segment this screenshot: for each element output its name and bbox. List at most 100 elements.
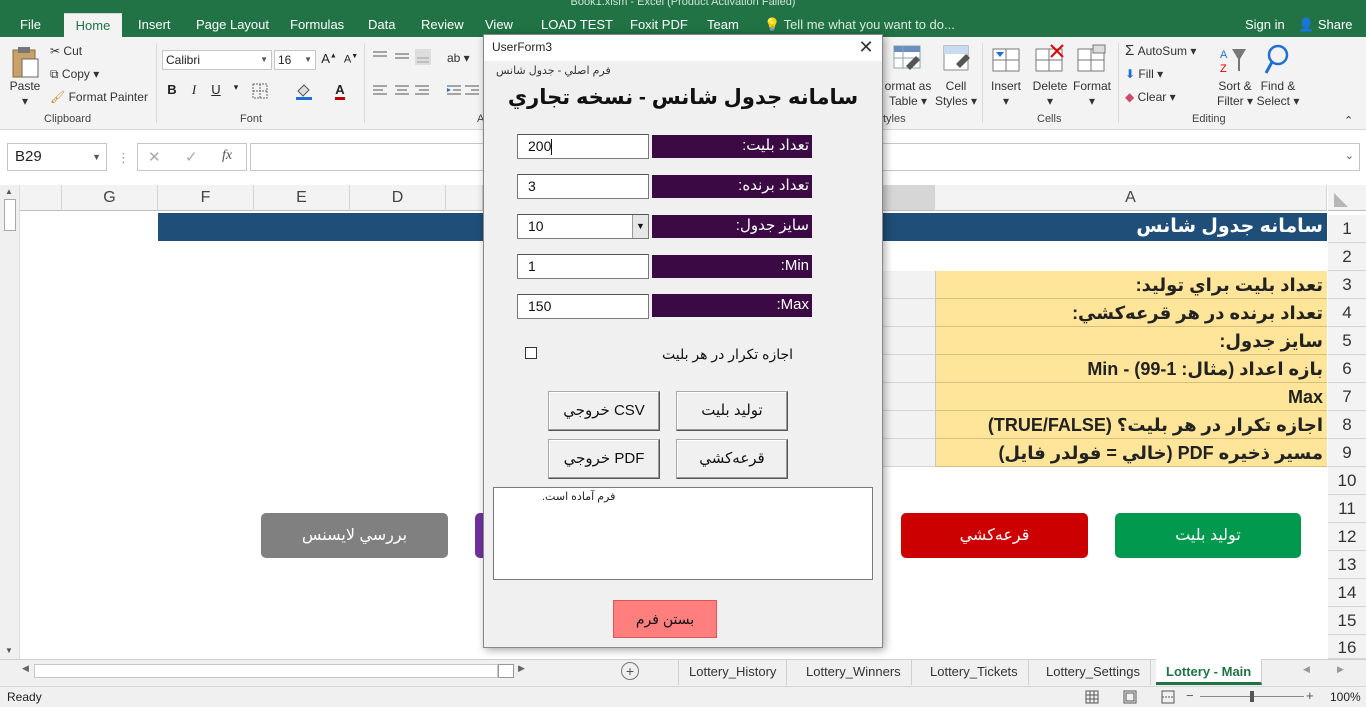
fill-button[interactable]: ⬇ Fill ▾ <box>1125 66 1163 82</box>
tabs-next-icon[interactable]: ▶ <box>1337 664 1344 675</box>
clear-button[interactable]: ◆ Clear ▾ <box>1125 89 1176 105</box>
column-header-partial[interactable] <box>20 185 62 211</box>
max-input[interactable]: 150 <box>517 294 649 319</box>
font-color-button[interactable]: A <box>330 82 350 100</box>
winners-input[interactable]: 3 <box>517 174 649 199</box>
scroll-up-icon[interactable]: ▲ <box>5 187 13 196</box>
allow-repeat-checkbox[interactable] <box>525 347 537 359</box>
sheet-tab-settings[interactable]: Lottery_Settings <box>1036 659 1151 685</box>
row-header[interactable]: 8 <box>1328 411 1366 439</box>
italic-button[interactable]: I <box>184 82 204 98</box>
tab-page-layout[interactable]: Page Layout <box>188 13 277 37</box>
normal-view-icon[interactable] <box>1085 690 1099 704</box>
column-header-d[interactable]: D <box>350 185 446 211</box>
zoom-level[interactable]: 100% <box>1330 690 1361 704</box>
zoom-in-icon[interactable]: + <box>1306 688 1314 703</box>
cut-button[interactable]: ✂ Cut <box>50 43 82 59</box>
vertical-scroll-thumb[interactable] <box>4 199 16 231</box>
sign-in-link[interactable]: Sign in <box>1245 13 1285 37</box>
settings-label-winners[interactable]: تعداد برنده در هر قرعه‌کشي: <box>935 299 1327 327</box>
settings-label-pdf-path[interactable]: مسير ذخيره PDF (خالي = فولدر فايل) <box>935 439 1327 467</box>
column-header-g[interactable]: G <box>62 185 158 211</box>
column-header-c[interactable] <box>446 185 483 211</box>
table-size-select[interactable]: 10 ▼ <box>517 214 649 239</box>
autosum-button[interactable]: Σ AutoSum ▾ <box>1125 43 1196 59</box>
underline-button[interactable]: U <box>206 82 226 97</box>
top-align-icon[interactable] <box>371 49 431 65</box>
settings-label-max[interactable]: Max <box>935 383 1327 411</box>
sheet-license-button[interactable]: بررسي لايسنس <box>261 513 448 558</box>
align-left-icon[interactable] <box>371 83 431 99</box>
row-header[interactable]: 16 <box>1328 635 1366 659</box>
name-box[interactable]: B29 ▼ <box>7 143 107 171</box>
export-csv-button[interactable]: خروجي CSV <box>548 391 660 431</box>
borders-icon[interactable] <box>252 83 268 99</box>
close-icon[interactable]: ✕ <box>856 37 876 57</box>
scroll-down-icon[interactable]: ▼ <box>5 646 13 655</box>
shrink-font-button[interactable]: A▼ <box>341 53 361 66</box>
cancel-icon[interactable]: ✕ <box>148 148 161 166</box>
tab-file[interactable]: File <box>12 13 49 37</box>
tabs-prev-icon[interactable]: ◀ <box>1303 664 1310 675</box>
tickets-input[interactable]: 200 <box>517 134 649 159</box>
format-painter-button[interactable]: 🖌 Format Painter <box>50 89 148 105</box>
sheet-tab-history[interactable]: Lottery_History <box>678 659 788 685</box>
scroll-right-icon[interactable]: ▶ <box>518 663 525 674</box>
row-header[interactable]: 14 <box>1328 579 1366 607</box>
horizontal-scroll-thumb[interactable] <box>498 664 514 678</box>
draw-button[interactable]: قرعه‌کشي <box>676 439 788 479</box>
vertical-scrollbar[interactable] <box>0 185 20 659</box>
sheet-tab-winners[interactable]: Lottery_Winners <box>796 659 912 685</box>
format-as-table-button[interactable]: ormat as Table ▾ <box>884 79 932 109</box>
row-header[interactable]: 6 <box>1328 355 1366 383</box>
settings-label-min[interactable]: بازه اعداد (مثال: 1-99) - Min <box>935 355 1327 383</box>
font-size-select[interactable]: 16 ▼ <box>274 50 316 70</box>
chevron-down-icon[interactable]: ▾ <box>226 82 246 93</box>
row-header[interactable]: 1 <box>1328 215 1366 243</box>
bold-button[interactable]: B <box>162 82 182 97</box>
row-header[interactable]: 9 <box>1328 439 1366 467</box>
row-header[interactable]: 12 <box>1328 523 1366 551</box>
allow-repeat-label[interactable]: اجازه تکرار در هر بليت <box>662 346 793 363</box>
scroll-left-icon[interactable]: ◀ <box>22 663 29 674</box>
settings-label-size[interactable]: سايز جدول: <box>935 327 1327 355</box>
settings-label-repeat[interactable]: اجازه تکرار در هر بليت؟ (TRUE/FALSE) <box>935 411 1327 439</box>
add-sheet-icon[interactable]: + <box>621 662 639 680</box>
row-header[interactable]: 2 <box>1328 243 1366 271</box>
tab-formulas[interactable]: Formulas <box>282 13 352 37</box>
dialog-title-bar[interactable]: UserForm3 ✕ <box>484 35 882 61</box>
sheet-draw-button[interactable]: قرعه‌کشي <box>901 513 1088 558</box>
tab-insert[interactable]: Insert <box>130 13 179 37</box>
insert-cells-button[interactable]: Insert ▾ <box>986 79 1026 109</box>
settings-value-cell[interactable] <box>882 355 935 383</box>
page-break-view-icon[interactable] <box>1161 690 1175 704</box>
row-header[interactable]: 4 <box>1328 299 1366 327</box>
delete-cells-button[interactable]: Delete ▾ <box>1030 79 1070 109</box>
indent-icon[interactable] <box>445 83 481 99</box>
settings-value-cell[interactable] <box>882 271 935 299</box>
page-layout-view-icon[interactable] <box>1123 690 1137 704</box>
row-header[interactable]: 15 <box>1328 607 1366 635</box>
settings-value-cell[interactable] <box>882 327 935 355</box>
collapse-ribbon-icon[interactable]: ⌃ <box>1344 113 1353 129</box>
export-pdf-button[interactable]: خروجي PDF <box>548 439 660 479</box>
generate-tickets-button[interactable]: توليد بليت <box>676 391 788 431</box>
settings-value-cell[interactable] <box>882 299 935 327</box>
settings-label-tickets[interactable]: تعداد بليت براي توليد: <box>935 271 1327 299</box>
row-header[interactable]: 13 <box>1328 551 1366 579</box>
share-button[interactable]: 👤 Share <box>1298 13 1353 37</box>
close-form-button[interactable]: بستن فرم <box>613 600 717 638</box>
font-name-select[interactable]: Calibri ▼ <box>162 50 272 70</box>
horizontal-scrollbar[interactable] <box>34 664 498 678</box>
find-select-button[interactable]: Find & Select ▾ <box>1255 79 1301 109</box>
zoom-slider-thumb[interactable] <box>1250 691 1254 702</box>
cell-styles-button[interactable]: Cell Styles ▾ <box>934 79 978 109</box>
orientation-icon[interactable]: ab ▾ <box>447 50 470 66</box>
insert-function-button[interactable]: fx <box>222 148 232 164</box>
tab-data[interactable]: Data <box>360 13 403 37</box>
copy-button[interactable]: ⧉ Copy ▾ <box>50 66 99 82</box>
column-header-f[interactable]: F <box>158 185 254 211</box>
zoom-out-icon[interactable]: − <box>1186 688 1194 703</box>
column-header-a[interactable]: A <box>935 185 1327 211</box>
row-header[interactable]: 3 <box>1328 271 1366 299</box>
